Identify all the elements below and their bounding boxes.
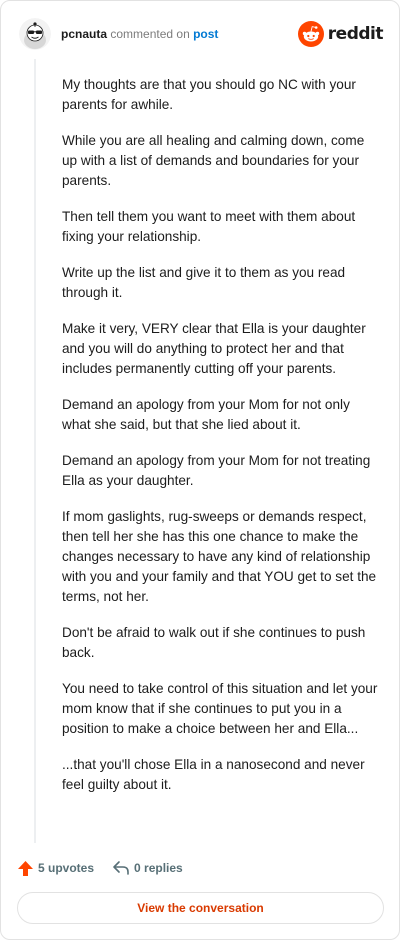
reddit-snoo-icon (297, 21, 324, 47)
comment-paragraph: You need to take control of this situati… (62, 681, 378, 736)
post-link[interactable]: post (193, 27, 218, 41)
comment-header: pcnauta commented on post reddit (19, 17, 384, 51)
brand-wordmark: reddit (327, 24, 384, 44)
thread-line[interactable] (34, 59, 36, 843)
comment-paragraph: Then tell them you want to meet with the… (62, 209, 356, 244)
reply-count: 0 replies (134, 861, 183, 875)
comment-meta: pcnauta commented on post (61, 26, 218, 42)
reply-button[interactable]: 0 replies (112, 860, 183, 876)
comment-paragraph: Make it very, VERY clear that Ella is yo… (62, 321, 366, 376)
comment-body: My thoughts are that you should go NC wi… (62, 75, 382, 811)
comment-paragraph: ...that you'll chose Ella in a nanosecon… (62, 757, 365, 792)
comment-paragraph: Don't be afraid to walk out if she conti… (62, 625, 366, 660)
reply-arrow-icon (113, 861, 129, 875)
avatar-icon (19, 18, 51, 50)
reddit-logo[interactable]: reddit (297, 21, 384, 47)
username[interactable]: pcnauta (61, 27, 107, 41)
comment-actions: 5 upvotes 0 replies (17, 857, 201, 879)
comment-paragraph: Demand an apology from your Mom for not … (62, 397, 350, 432)
upvote-arrow-icon (18, 860, 33, 876)
comment-paragraph: If mom gaslights, rug-sweeps or demands … (62, 509, 377, 604)
comment-paragraph: Write up the list and give it to them as… (62, 265, 346, 300)
comment-paragraph: My thoughts are that you should go NC wi… (62, 77, 356, 112)
comment-paragraph: While you are all healing and calming do… (62, 133, 365, 188)
view-conversation-button[interactable]: View the conversation (17, 892, 384, 924)
upvote-count: 5 upvotes (38, 861, 95, 875)
comment-verb: commented on (110, 27, 190, 41)
comment-paragraph: Demand an apology from your Mom for not … (62, 453, 371, 488)
comment-card: pcnauta commented on post reddit My thou… (0, 0, 400, 940)
avatar[interactable] (19, 18, 51, 50)
upvote-button[interactable]: 5 upvotes (17, 860, 94, 877)
